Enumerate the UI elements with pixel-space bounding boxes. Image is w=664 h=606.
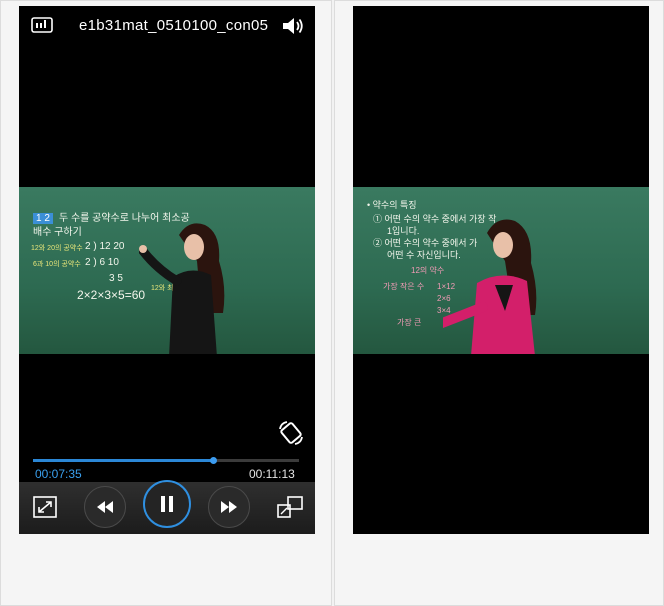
- pause-icon: [161, 496, 173, 512]
- teacher-figure: [139, 223, 225, 354]
- rewind-button[interactable]: [84, 486, 126, 528]
- fast-forward-button[interactable]: [208, 486, 250, 528]
- video-frame[interactable]: 1 2 두 수를 공약수로 나누어 최소공 배수 구하기 12와 20의 공약수…: [19, 187, 315, 354]
- left-screenshot-frame: e1b31mat_0510100_con05 1 2 두 수를 공약수로 나누어…: [0, 0, 332, 606]
- board-line-2: 배수 구하기: [33, 227, 82, 238]
- board-note-6: 가장 큰: [397, 318, 422, 327]
- right-screenshot-frame: • 약수의 특징 ① 어떤 수의 약수 중에서 가장 작 1입니다. ② 어떤 …: [334, 0, 664, 606]
- playback-controls: [19, 480, 315, 534]
- board-row-3: 3 5: [109, 273, 123, 284]
- current-time: 00:07:35: [35, 467, 82, 481]
- board-label-a: 12와 20의 공약수: [31, 245, 83, 252]
- video-title: e1b31mat_0510100_con05: [79, 17, 269, 34]
- board-label-b: 6과 10의 공약수: [33, 261, 81, 268]
- video-player-screen-controls-hidden[interactable]: • 약수의 특징 ① 어떤 수의 약수 중에서 가장 작 1입니다. ② 어떤 …: [353, 6, 649, 534]
- video-frame[interactable]: • 약수의 특징 ① 어떤 수의 약수 중에서 가장 작 1입니다. ② 어떤 …: [353, 187, 649, 354]
- volume-icon[interactable]: [281, 15, 305, 37]
- board-row-2: 2 ) 6 10: [85, 257, 119, 268]
- rewind-icon: [97, 501, 113, 513]
- teacher-figure: [443, 219, 537, 354]
- fast-forward-icon: [221, 501, 237, 513]
- fullscreen-icon[interactable]: [33, 496, 57, 518]
- seek-bar-progress: [33, 459, 213, 462]
- seek-bar-handle[interactable]: [209, 457, 217, 464]
- board-note-1: 12의 약수: [411, 266, 445, 275]
- video-player-screen: e1b31mat_0510100_con05 1 2 두 수를 공약수로 나누어…: [19, 6, 315, 534]
- total-duration: 00:11:13: [249, 467, 295, 481]
- subtitle-icon[interactable]: [31, 17, 53, 33]
- board-row-1: 2 ) 12 20: [85, 241, 125, 252]
- seek-bar[interactable]: [33, 457, 299, 464]
- board-heading: • 약수의 특징: [367, 200, 417, 210]
- player-top-bar: e1b31mat_0510100_con05: [19, 6, 315, 46]
- pause-button[interactable]: [143, 480, 191, 528]
- problem-number: 1 2: [33, 213, 53, 224]
- board-formula: 2×2×3×5=60: [77, 288, 146, 302]
- board-item-1b: 1입니다.: [387, 226, 420, 236]
- rotate-screen-icon[interactable]: [277, 419, 305, 447]
- board-note-2: 가장 작은 수: [383, 282, 425, 291]
- picture-in-picture-icon[interactable]: [277, 496, 303, 518]
